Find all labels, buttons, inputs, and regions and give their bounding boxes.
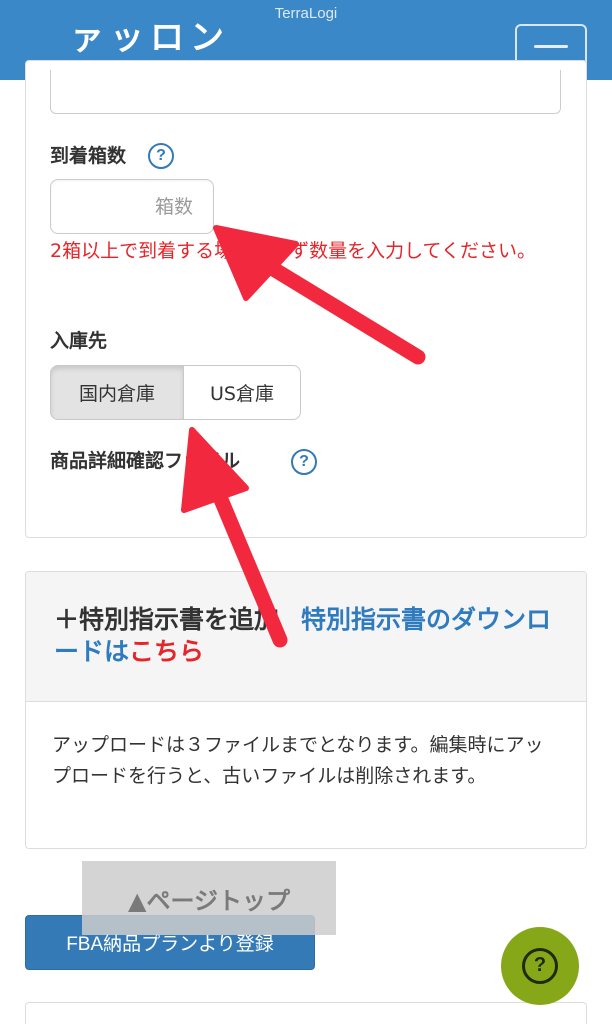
download-here-link[interactable]: こちら <box>129 637 204 666</box>
boxes-count-input[interactable] <box>50 179 214 234</box>
question-circle-icon[interactable]: ? <box>148 143 174 169</box>
destination-label: 入庫先 <box>50 330 108 352</box>
boxes-label: 到着箱数 <box>50 145 127 167</box>
special-instructions-panel: ＋特別指示書を追加 特別指示書のダウンロードはこちら アップロードは３ファイルまで… <box>25 571 587 849</box>
add-instructions-link[interactable]: ＋特別指示書を追加 <box>54 605 279 634</box>
previous-field-input[interactable] <box>50 70 561 114</box>
help-fab-button[interactable]: ? <box>501 927 579 1005</box>
destination-us-button[interactable]: US倉庫 <box>184 365 301 420</box>
detail-file-label: 商品詳細確認ファイル <box>50 450 241 472</box>
special-instructions-title: ＋特別指示書を追加 特別指示書のダウンロードはこちら <box>54 604 564 668</box>
question-circle-icon[interactable]: ? <box>291 449 317 475</box>
question-circle-icon: ? <box>522 948 558 984</box>
special-instructions-heading: ＋特別指示書を追加 特別指示書のダウンロードはこちら <box>26 572 586 702</box>
hamburger-menu-icon <box>534 45 568 48</box>
boxes-warning-text: 2箱以上で到着する場合、必ず数量を入力してください。 <box>50 240 536 262</box>
page-title: ァッロン <box>70 18 230 58</box>
page-top-button[interactable]: ▲ページトップ <box>82 861 336 935</box>
next-panel <box>25 1002 587 1024</box>
destination-domestic-button[interactable]: 国内倉庫 <box>50 365 184 420</box>
upload-note-text: アップロードは３ファイルまでとなります。編集時にアップロードを行うと、古いファイ… <box>52 734 544 787</box>
destination-toggle: 国内倉庫 US倉庫 <box>50 365 301 420</box>
